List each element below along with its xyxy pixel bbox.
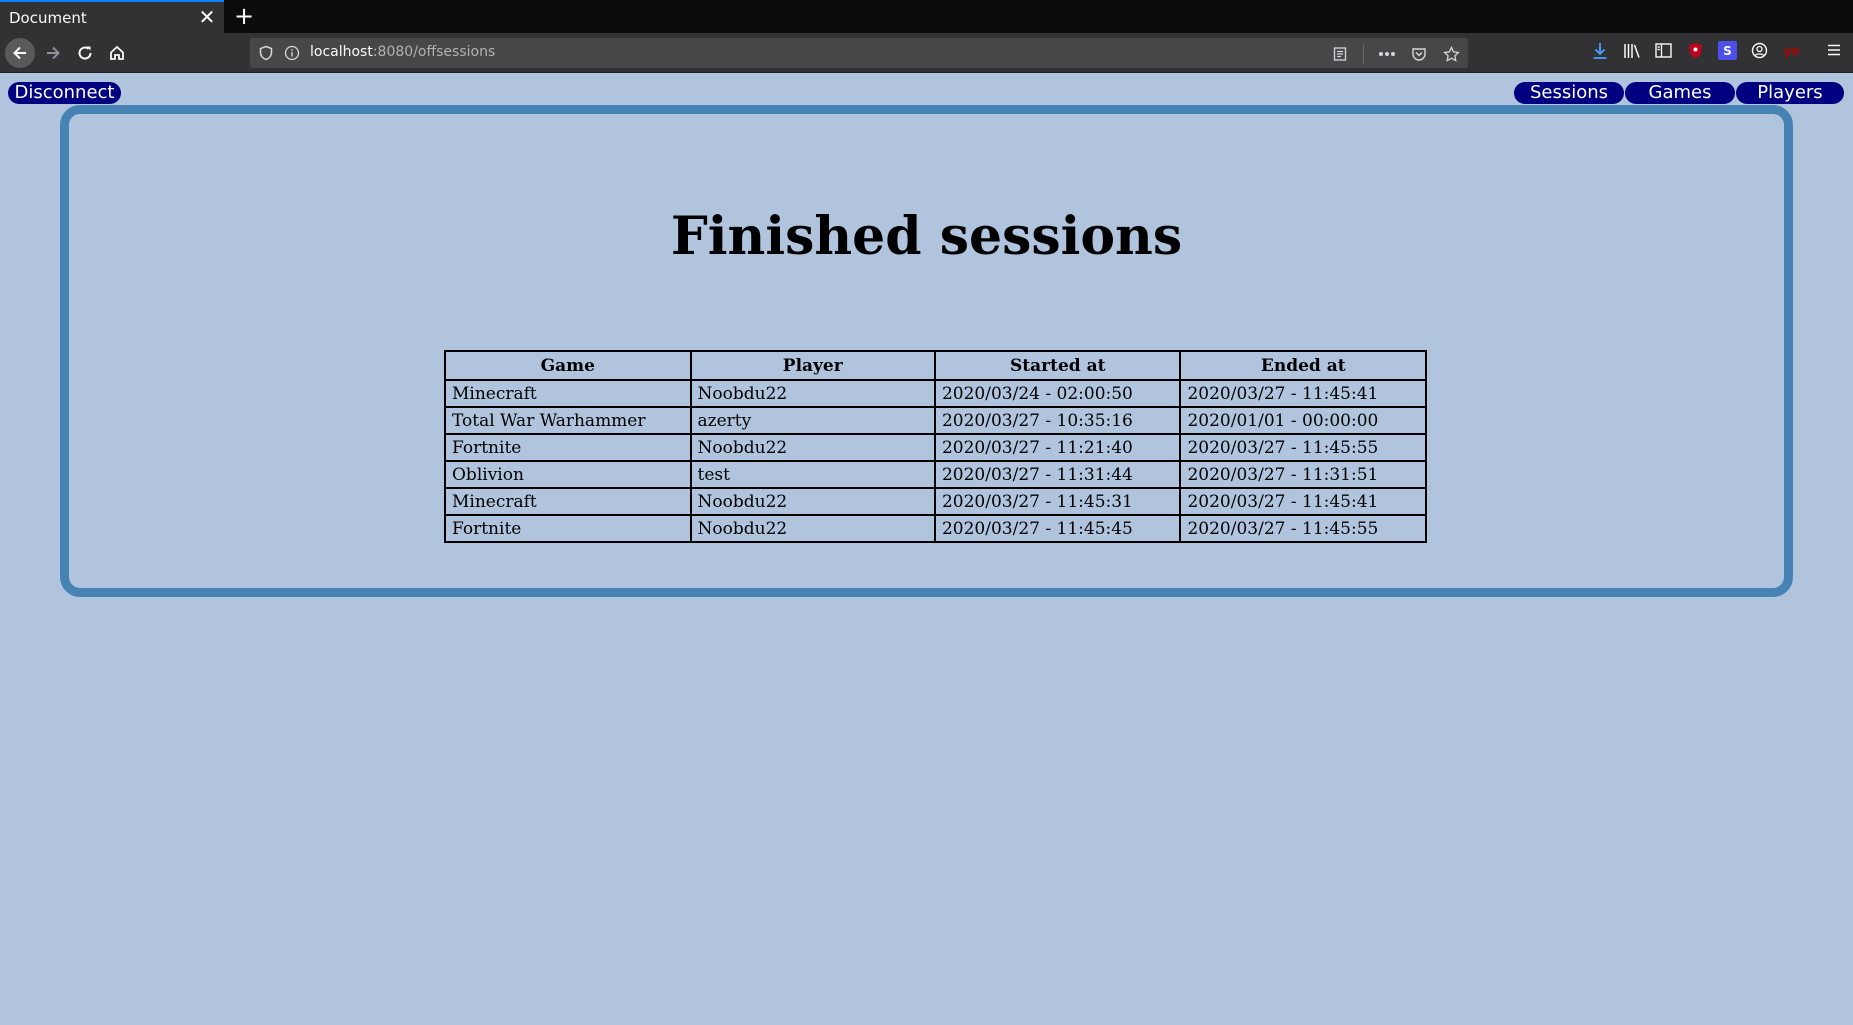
forward-button[interactable] — [38, 38, 68, 68]
cell-player: Noobdu22 — [689, 487, 936, 516]
menu-icon[interactable] — [1825, 41, 1845, 61]
url-host: localhost — [310, 44, 373, 60]
library-icon[interactable] — [1622, 41, 1641, 60]
tab-close-icon[interactable]: ✕ — [196, 6, 218, 28]
extension-s-icon[interactable]: S — [1718, 41, 1737, 60]
table-row: Minecraft Noobdu22 2020/03/27 - 11:45:31… — [444, 487, 1427, 516]
tab-bar: Document ✕ + — [0, 0, 1853, 33]
forward-arrow-icon — [47, 46, 60, 60]
back-arrow-icon — [13, 46, 26, 60]
column-header-ended-at: Ended at — [1179, 350, 1427, 381]
cell-ended-at: 2020/03/27 - 11:45:41 — [1179, 379, 1427, 408]
browser-tab[interactable]: Document ✕ — [0, 0, 224, 33]
column-header-game: Game — [444, 350, 692, 381]
site-info-icon[interactable] — [284, 45, 300, 61]
cell-ended-at: 2020/03/27 - 11:31:51 — [1179, 460, 1427, 489]
table-row: Oblivion test 2020/03/27 - 11:31:44 2020… — [444, 460, 1427, 489]
url-bar[interactable]: localhost:8080/offsessions — [250, 38, 1468, 68]
cell-player: Noobdu22 — [689, 433, 936, 462]
content-frame: Finished sessions Game Player Started at… — [60, 105, 1793, 597]
new-tab-button[interactable]: + — [230, 2, 258, 30]
cell-ended-at: 2020/01/01 - 00:00:00 — [1179, 406, 1427, 435]
cell-ended-at: 2020/03/27 - 11:45:55 — [1179, 514, 1427, 543]
table-row: Fortnite Noobdu22 2020/03/27 - 11:21:40 … — [444, 433, 1427, 462]
cell-game: Oblivion — [444, 460, 692, 489]
cell-game: Minecraft — [444, 379, 692, 408]
reader-view-icon[interactable] — [1331, 45, 1349, 63]
table-row: Fortnite Noobdu22 2020/03/27 - 11:45:45 … — [444, 514, 1427, 543]
toolbar-extensions: S yo — [1590, 41, 1801, 60]
cell-started-at: 2020/03/27 - 11:31:44 — [933, 460, 1182, 489]
bookmark-star-icon[interactable] — [1442, 45, 1460, 63]
tracking-shield-icon[interactable] — [258, 45, 274, 61]
column-header-started-at: Started at — [933, 350, 1182, 381]
cell-ended-at: 2020/03/27 - 11:45:55 — [1179, 433, 1427, 462]
extension-yo-icon[interactable]: yo — [1782, 41, 1801, 60]
back-button[interactable] — [5, 38, 35, 68]
cell-started-at: 2020/03/27 - 11:45:31 — [933, 487, 1182, 516]
cell-started-at: 2020/03/24 - 02:00:50 — [933, 379, 1182, 408]
home-icon — [110, 45, 124, 60]
nav-players-button[interactable]: Players — [1736, 82, 1844, 104]
cell-player: azerty — [689, 406, 936, 435]
disconnect-button[interactable]: Disconnect — [8, 82, 121, 104]
page-actions-icon[interactable] — [1378, 45, 1396, 63]
cell-started-at: 2020/03/27 - 11:21:40 — [933, 433, 1182, 462]
sessions-table: Game Player Started at Ended at Minecraf… — [444, 350, 1427, 543]
download-icon[interactable] — [1590, 41, 1609, 60]
cell-game: Minecraft — [444, 487, 692, 516]
sidebar-icon[interactable] — [1654, 41, 1673, 60]
column-header-player: Player — [689, 350, 936, 381]
cell-started-at: 2020/03/27 - 11:45:45 — [933, 514, 1182, 543]
reload-icon — [78, 46, 92, 60]
url-bar-actions — [1331, 44, 1460, 64]
cell-player: test — [689, 460, 936, 489]
home-button[interactable] — [102, 38, 132, 68]
reload-button[interactable] — [70, 38, 100, 68]
table-row: Minecraft Noobdu22 2020/03/24 - 02:00:50… — [444, 379, 1427, 408]
account-icon[interactable] — [1750, 41, 1769, 60]
cell-game: Total War Warhammer — [444, 406, 692, 435]
table-row: Total War Warhammer azerty 2020/03/27 - … — [444, 406, 1427, 435]
cell-player: Noobdu22 — [689, 514, 936, 543]
url-text[interactable]: localhost:8080/offsessions — [310, 44, 495, 60]
page-title: Finished sessions — [670, 206, 1183, 267]
cell-game: Fortnite — [444, 433, 692, 462]
nav-sessions-button[interactable]: Sessions — [1514, 82, 1624, 104]
ublock-icon[interactable] — [1686, 41, 1705, 60]
pocket-icon[interactable] — [1410, 45, 1428, 63]
cell-ended-at: 2020/03/27 - 11:45:41 — [1179, 487, 1427, 516]
table-header-row: Game Player Started at Ended at — [444, 350, 1427, 381]
url-bar-divider — [1363, 44, 1364, 64]
tab-title: Document — [9, 9, 87, 27]
cell-started-at: 2020/03/27 - 10:35:16 — [933, 406, 1182, 435]
navigation-toolbar: localhost:8080/offsessions S yo — [0, 33, 1853, 73]
url-path: :8080/offsessions — [372, 44, 496, 60]
nav-games-button[interactable]: Games — [1625, 82, 1735, 104]
cell-game: Fortnite — [444, 514, 692, 543]
cell-player: Noobdu22 — [689, 379, 936, 408]
